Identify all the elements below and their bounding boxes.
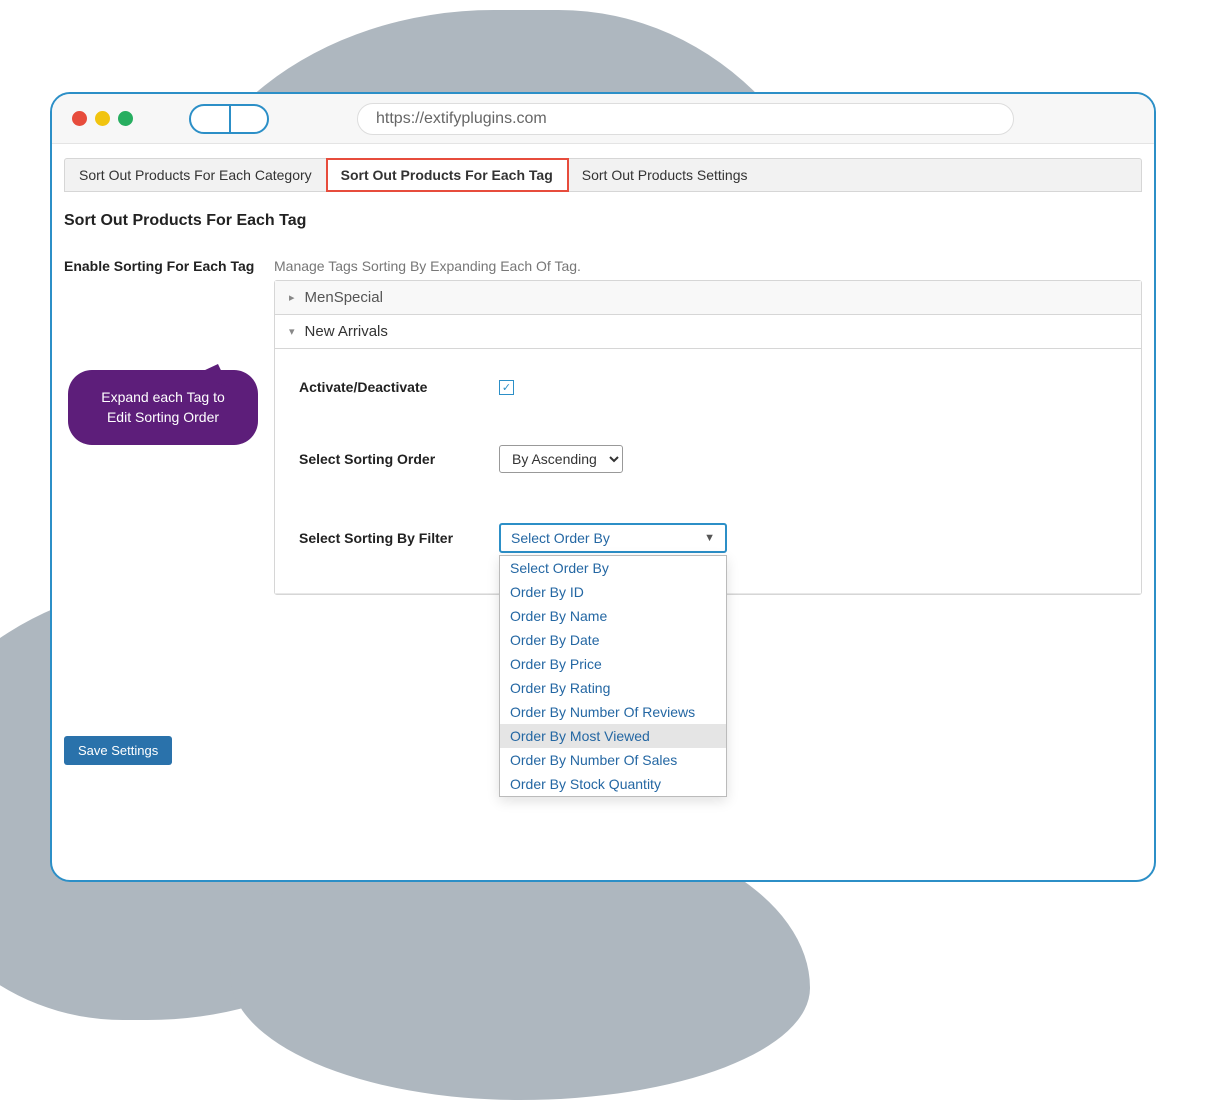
callout-tooltip: Expand each Tag to Edit Sorting Order bbox=[68, 370, 258, 445]
nav-toggle-icon[interactable] bbox=[189, 104, 269, 134]
chevron-down-icon: ▼ bbox=[704, 532, 715, 544]
option-order-name[interactable]: Order By Name bbox=[500, 604, 726, 628]
sorting-filter-label: Select Sorting By Filter bbox=[299, 530, 499, 546]
page-content: Sort Out Products For Each Category Sort… bbox=[52, 144, 1154, 880]
save-settings-button[interactable]: Save Settings bbox=[64, 736, 172, 765]
option-order-sales[interactable]: Order By Number Of Sales bbox=[500, 748, 726, 772]
activate-label: Activate/Deactivate bbox=[299, 379, 499, 395]
tab-settings[interactable]: Sort Out Products Settings bbox=[568, 159, 762, 191]
option-order-id[interactable]: Order By ID bbox=[500, 580, 726, 604]
accordion-item-newarrivals[interactable]: ▾ New Arrivals bbox=[275, 315, 1141, 349]
window-minimize-icon[interactable] bbox=[95, 111, 110, 126]
chevron-right-icon: ▸ bbox=[289, 291, 295, 304]
dropdown-value: Select Order By bbox=[511, 530, 610, 546]
activate-checkbox[interactable]: ✓ bbox=[499, 380, 514, 395]
titlebar: https://extifyplugins.com bbox=[52, 94, 1154, 144]
enable-sorting-label: Enable Sorting For Each Tag bbox=[64, 258, 274, 274]
sorting-filter-select[interactable]: Select Order By ▼ bbox=[499, 523, 727, 553]
option-order-stock[interactable]: Order By Stock Quantity bbox=[500, 772, 726, 796]
option-order-date[interactable]: Order By Date bbox=[500, 628, 726, 652]
accordion-body: Activate/Deactivate ✓ Select Sorting Ord… bbox=[275, 349, 1141, 594]
admin-tabs: Sort Out Products For Each Category Sort… bbox=[64, 158, 1142, 192]
sorting-order-label: Select Sorting Order bbox=[299, 451, 499, 467]
option-select-order-by[interactable]: Select Order By bbox=[500, 556, 726, 580]
hint-text: Manage Tags Sorting By Expanding Each Of… bbox=[274, 258, 1142, 274]
window-maximize-icon[interactable] bbox=[118, 111, 133, 126]
tab-tag[interactable]: Sort Out Products For Each Tag bbox=[327, 159, 568, 191]
window-close-icon[interactable] bbox=[72, 111, 87, 126]
chevron-down-icon: ▾ bbox=[289, 325, 295, 338]
tab-category[interactable]: Sort Out Products For Each Category bbox=[65, 159, 327, 191]
sorting-order-select[interactable]: By Ascending bbox=[499, 445, 623, 473]
tags-accordion: ▸ MenSpecial ▾ New Arrivals Activate/Dea… bbox=[274, 280, 1142, 595]
accordion-label: MenSpecial bbox=[305, 289, 383, 306]
accordion-item-menspecial[interactable]: ▸ MenSpecial bbox=[275, 281, 1141, 315]
page-title: Sort Out Products For Each Tag bbox=[64, 212, 1142, 230]
accordion-label: New Arrivals bbox=[305, 323, 388, 340]
option-order-most-viewed[interactable]: Order By Most Viewed bbox=[500, 724, 726, 748]
option-order-rating[interactable]: Order By Rating bbox=[500, 676, 726, 700]
address-bar[interactable]: https://extifyplugins.com bbox=[357, 103, 1014, 135]
option-order-reviews[interactable]: Order By Number Of Reviews bbox=[500, 700, 726, 724]
browser-window: https://extifyplugins.com Sort Out Produ… bbox=[50, 92, 1156, 882]
dropdown-list: Select Order By Order By ID Order By Nam… bbox=[499, 555, 727, 797]
option-order-price[interactable]: Order By Price bbox=[500, 652, 726, 676]
